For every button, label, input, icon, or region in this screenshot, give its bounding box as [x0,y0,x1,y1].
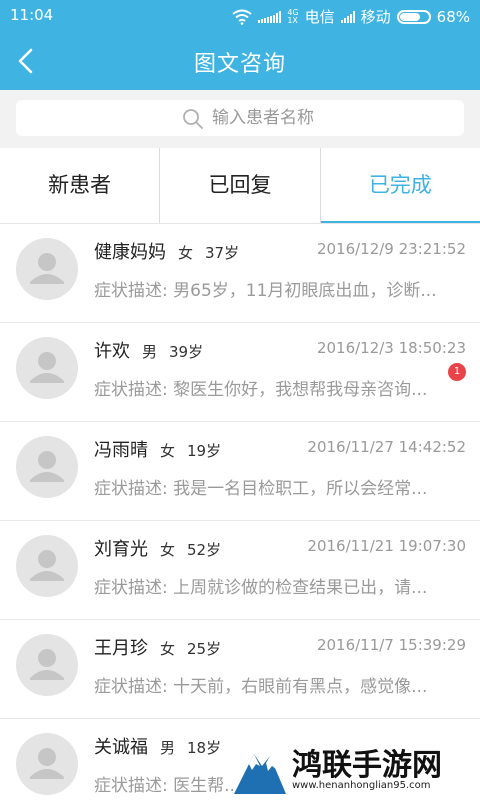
battery-percent: 68% [436,7,470,26]
avatar [16,535,78,597]
page-title: 图文咨询 [193,52,286,77]
patient-name: 许欢 [94,341,130,362]
patient-gender: 女 [160,640,176,658]
list-item[interactable]: 健康妈妈女 37岁 2016/12/9 23:21:52 症状描述: 男65岁，1… [0,224,480,323]
patient-name: 王月珍 [94,638,148,659]
person-icon [30,550,64,581]
search-icon [183,109,203,129]
patient-gender: 男 [142,343,158,361]
signal-bars-icon-2 [340,10,355,23]
tab-new-patients[interactable]: 新患者 [0,148,159,223]
mountain-logo-icon [234,754,286,794]
watermark-text: 鸿联手游网 [292,748,442,783]
list-item[interactable]: 刘育光女 52岁 2016/11/21 19:07:30 症状描述: 上周就诊做的… [0,521,480,620]
patient-list: 健康妈妈女 37岁 2016/12/9 23:21:52 症状描述: 男65岁，1… [0,224,480,800]
avatar [16,733,78,795]
search-box[interactable] [16,100,464,136]
symptom-description: 症状描述: 黎医生你好，我想帮我母亲咨询... [94,380,428,400]
avatar [16,238,78,300]
patient-name-line: 健康妈妈女 37岁 [94,238,239,264]
tab-replied[interactable]: 已回复 [159,148,319,223]
search-input[interactable] [212,105,442,131]
patient-age: 52岁 [187,541,222,559]
status-time: 11:04 [10,6,54,24]
wifi-icon [232,9,252,25]
patient-name: 刘育光 [94,539,148,560]
timestamp: 2016/11/21 19:07:30 [307,537,466,555]
patient-gender: 女 [178,244,194,262]
battery-icon [396,9,431,24]
nav-bar: 图文咨询 [0,32,480,90]
list-item[interactable]: 许欢男 39岁 2016/12/3 18:50:23 症状描述: 黎医生你好，我想… [0,323,480,422]
symptom-description: 症状描述: 男65岁，11月初眼底出血，诊断... [94,281,437,301]
search-area [0,90,480,148]
patient-age: 18岁 [187,739,222,757]
patient-name-line: 王月珍女 25岁 [94,634,221,660]
patient-age: 37岁 [205,244,240,262]
patient-name: 关诚福 [94,737,148,758]
person-icon [30,253,64,284]
patient-age: 39岁 [169,343,204,361]
unread-badge: 1 [448,363,466,381]
network-type: 4G 1X [287,7,299,25]
signal-bars-icon [258,10,282,23]
status-indicators: 4G 1X 电信 移动 68% [232,6,470,27]
avatar [16,337,78,399]
list-item[interactable]: 王月珍女 25岁 2016/11/7 15:39:29 症状描述: 十天前，右眼前… [0,620,480,719]
carrier-2: 移动 [360,8,391,26]
carrier-1: 电信 [304,8,335,26]
patient-name: 健康妈妈 [94,242,166,263]
patient-gender: 女 [160,442,176,460]
tab-bar: 新患者 已回复 已完成 [0,148,480,224]
person-icon [30,748,64,779]
tab-completed[interactable]: 已完成 [319,148,480,223]
symptom-description: 症状描述: 我是一名目检职工，所以会经常... [94,479,428,499]
timestamp: 2016/11/27 14:42:52 [307,438,466,456]
avatar [16,634,78,696]
person-icon [30,649,64,680]
person-icon [30,352,64,383]
timestamp: 2016/12/3 18:50:23 [316,339,466,357]
watermark: 鸿联手游网 www.henanhonglian95.com [226,740,480,800]
timestamp: 2016/11/7 15:39:29 [316,636,466,654]
patient-age: 25岁 [187,640,222,658]
patient-name-line: 许欢男 39岁 [94,337,203,363]
patient-gender: 男 [160,739,176,757]
list-item[interactable]: 冯雨晴女 19岁 2016/11/27 14:42:52 症状描述: 我是一名目检… [0,422,480,521]
symptom-description: 症状描述: 上周就诊做的检查结果已出，请... [94,578,428,598]
person-icon [30,451,64,482]
watermark-url: www.henanhonglian95.com [292,780,431,791]
patient-name-line: 关诚福男 18岁 [94,733,221,759]
patient-age: 19岁 [187,442,222,460]
patient-name-line: 冯雨晴女 19岁 [94,436,221,462]
avatar [16,436,78,498]
patient-gender: 女 [160,541,176,559]
status-bar: 11:04 4G 1X 电信 移动 68% [0,0,480,32]
timestamp: 2016/12/9 23:21:52 [316,240,466,258]
patient-name: 冯雨晴 [94,440,148,461]
symptom-description: 症状描述: 十天前，右眼前有黑点，感觉像... [94,677,428,697]
patient-name-line: 刘育光女 52岁 [94,535,221,561]
